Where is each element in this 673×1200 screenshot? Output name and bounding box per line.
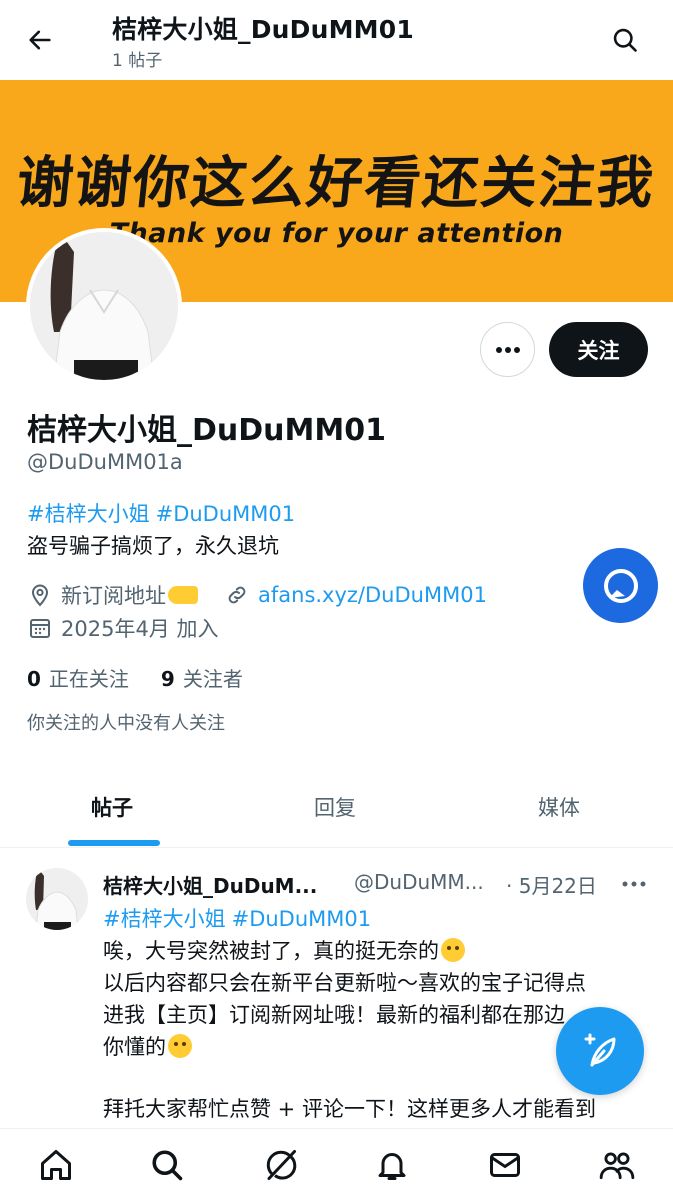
winking-face-emoji	[168, 1034, 192, 1058]
link-icon	[224, 582, 250, 608]
tab-media[interactable]: 媒体	[538, 792, 580, 822]
arrow-left-icon	[29, 30, 51, 50]
search-button[interactable]	[607, 22, 643, 58]
banner-headline-cn: 谢谢你这么好看还关注我	[13, 151, 659, 216]
nav-messages[interactable]	[485, 1145, 525, 1185]
post-text-line: 进我【主页】订阅新网址哦！最新的福利都在那边	[103, 1003, 565, 1027]
hashtag-link[interactable]: #桔梓大小姐	[103, 907, 226, 931]
tearful-smile-emoji	[441, 938, 465, 962]
ellipsis-icon	[622, 881, 646, 887]
search-icon	[152, 1150, 183, 1181]
bottom-navigation	[0, 1128, 673, 1200]
tab-posts[interactable]: 帖子	[91, 792, 133, 822]
hashtag-link[interactable]: #DuDuMM01	[232, 907, 372, 931]
more-options-button[interactable]	[480, 322, 535, 377]
post-author-name[interactable]: 桔梓大小姐_DuDuM...	[103, 870, 317, 899]
floating-assistant-button[interactable]	[583, 548, 658, 623]
pointing-hand-emoji	[168, 586, 198, 604]
profile-avatar[interactable]	[26, 228, 182, 384]
profile-tabs: 帖子 回复 媒体	[0, 770, 673, 848]
avatar-photo	[30, 232, 178, 380]
home-icon	[41, 1150, 71, 1180]
top-header: 桔梓大小姐_DuDuMM01 1 帖子	[0, 0, 673, 80]
compose-feather-icon	[584, 1033, 616, 1067]
nav-search[interactable]	[147, 1145, 187, 1185]
joined-text: 2025年4月 加入	[61, 617, 219, 641]
post-text-line: 你懂的	[103, 1031, 192, 1061]
back-button[interactable]	[22, 22, 58, 58]
post-item[interactable]: 桔梓大小姐_DuDuM... @DuDuMM... · 5月22日 #桔梓大小姐…	[0, 850, 673, 1130]
active-tab-indicator	[68, 840, 160, 846]
compose-post-button[interactable]	[556, 1007, 644, 1095]
joined-row: 2025年4月 加入	[27, 613, 218, 643]
post-author-avatar[interactable]	[26, 868, 88, 930]
post-more-button[interactable]	[620, 872, 648, 896]
nav-communities[interactable]	[597, 1145, 637, 1185]
nav-home[interactable]	[36, 1145, 76, 1185]
profile-meta-row: 新订阅地址 afans.xyz/DuDuMM01	[27, 580, 487, 610]
chat-bubble-icon	[603, 568, 638, 603]
hashtag-link[interactable]: #DuDuMM01	[156, 502, 296, 526]
post-text-line: 唉，大号突然被封了，真的挺无奈的	[103, 935, 465, 965]
followers-stat[interactable]: 9 关注者	[161, 663, 243, 692]
following-stat[interactable]: 0 正在关注	[27, 663, 129, 692]
website-link[interactable]: afans.xyz/DuDuMM01	[258, 583, 487, 607]
post-text-line: 以后内容都只会在新平台更新啦～喜欢的宝子记得点	[103, 971, 586, 995]
nav-grok[interactable]	[261, 1145, 301, 1185]
messages-icon	[490, 1153, 520, 1177]
header-title: 桔梓大小姐_DuDuMM01	[112, 15, 414, 44]
avatar-photo	[26, 868, 88, 930]
post-date[interactable]: · 5月22日	[506, 870, 597, 899]
bio-text: 盗号骗子搞烦了，永久退坑	[27, 534, 279, 558]
location-text: 新订阅地址	[61, 584, 166, 608]
location-pin-icon	[27, 582, 53, 608]
follow-stats: 0 正在关注 9 关注者	[27, 663, 275, 692]
hashtag-link[interactable]: #桔梓大小姐	[27, 502, 150, 526]
calendar-icon	[27, 615, 53, 641]
search-icon	[613, 28, 637, 52]
ellipsis-icon	[495, 346, 520, 353]
tab-replies[interactable]: 回复	[314, 792, 356, 822]
post-hashtags: #桔梓大小姐 #DuDuMM01	[103, 903, 377, 933]
mutual-followers-note: 你关注的人中没有人关注	[27, 713, 225, 734]
bio-hashtags: #桔梓大小姐 #DuDuMM01	[27, 498, 301, 528]
profile-handle: @DuDuMM01a	[27, 450, 183, 474]
communities-icon	[599, 1152, 635, 1180]
header-post-count: 1 帖子	[112, 51, 163, 71]
follow-button[interactable]: 关注	[549, 322, 648, 377]
notifications-icon	[378, 1153, 406, 1180]
profile-display-name: 桔梓大小姐_DuDuMM01	[27, 413, 386, 448]
grok-icon	[266, 1150, 297, 1180]
post-text-line: 拜托大家帮忙点赞 + 评论一下！这样更多人才能看到	[103, 1097, 596, 1121]
nav-notifications[interactable]	[372, 1145, 412, 1185]
post-author-handle[interactable]: @DuDuMM...	[354, 870, 484, 894]
